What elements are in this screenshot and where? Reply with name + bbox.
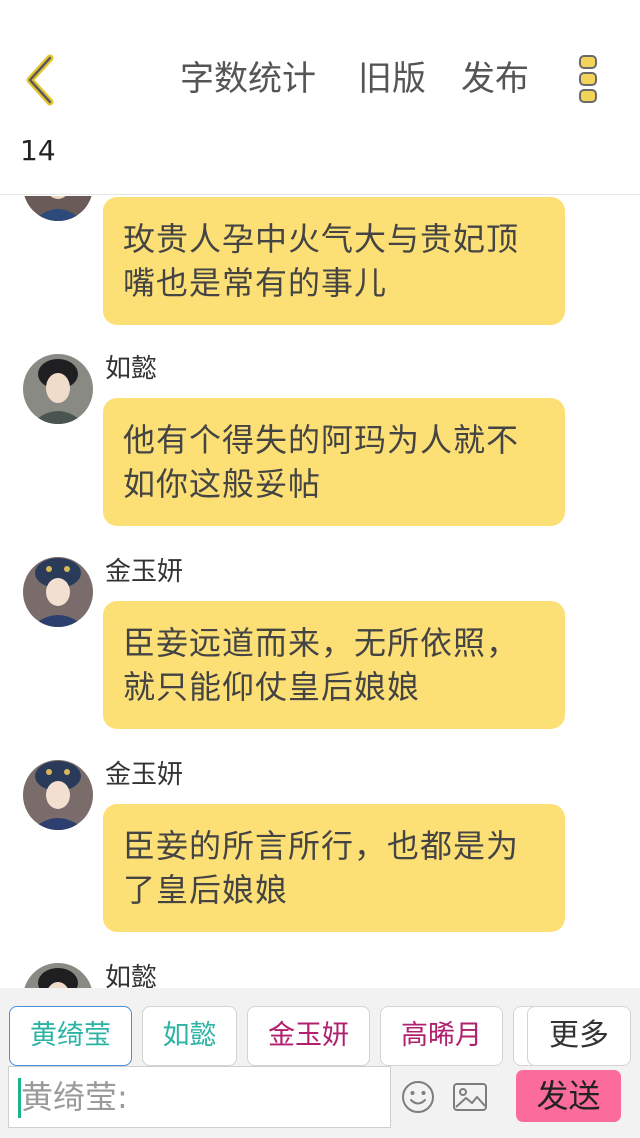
avatar-portrait-icon: [23, 557, 93, 627]
word-count-button[interactable]: 字数统计: [180, 56, 316, 102]
avatar-portrait-icon: [23, 760, 93, 830]
more-characters-button[interactable]: 更多: [527, 1006, 631, 1066]
message-bubble[interactable]: 臣妾远道而来，无所依照，就只能仰仗皇后娘娘: [103, 601, 565, 729]
word-count-value: 14: [20, 134, 56, 167]
message-bubble[interactable]: 他有个得失的阿玛为人就不如你这般妥帖: [103, 398, 565, 526]
avatar[interactable]: [23, 196, 93, 221]
sender-name: 金玉妍: [105, 557, 184, 587]
avatar[interactable]: [23, 760, 93, 830]
image-icon: [453, 1083, 487, 1111]
message-input-field[interactable]: [8, 1066, 391, 1128]
sender-name: 如懿: [105, 963, 158, 988]
character-chip-label: 高晞月: [401, 1020, 482, 1051]
message-bubble[interactable]: 臣妾的所言所行，也都是为了皇后娘娘: [103, 804, 565, 932]
avatar-portrait-icon: [23, 963, 93, 988]
old-version-button[interactable]: 旧版: [358, 56, 426, 102]
sender-name: 如懿: [105, 354, 158, 384]
emoji-button[interactable]: [400, 1079, 436, 1115]
sender-name: 金玉妍: [105, 760, 184, 790]
top-bar: 字数统计 旧版 发布 14: [0, 0, 640, 195]
character-chip-label: 如懿: [162, 1020, 217, 1051]
back-button[interactable]: [20, 52, 64, 108]
avatar[interactable]: [23, 557, 93, 627]
character-chip[interactable]: 高晞月: [380, 1006, 503, 1066]
character-chip[interactable]: 金玉妍: [247, 1006, 370, 1066]
character-chip[interactable]: 如懿: [142, 1006, 237, 1066]
smiley-icon: [402, 1081, 434, 1113]
avatar[interactable]: [23, 963, 93, 988]
image-button[interactable]: [452, 1081, 488, 1113]
character-chip-label: 金玉妍: [268, 1020, 349, 1051]
chat-list[interactable]: 玫贵人孕中火气大与贵妃顶嘴也是常有的事儿 如懿 他有个得失的阿玛为人就不如你这般…: [0, 196, 640, 988]
compose-bar: 黄绮莹 如懿 金玉妍 高晞月 更多 发送: [0, 988, 640, 1138]
chevron-left-icon: [26, 54, 54, 106]
message-bubble[interactable]: 玫贵人孕中火气大与贵妃顶嘴也是常有的事儿: [103, 197, 565, 325]
avatar[interactable]: [23, 354, 93, 424]
publish-button[interactable]: 发布: [461, 56, 529, 102]
vertical-dots-icon: [579, 55, 597, 103]
send-button[interactable]: 发送: [516, 1070, 621, 1122]
message-input[interactable]: [21, 1067, 386, 1127]
character-chip[interactable]: 黄绮莹: [9, 1006, 132, 1066]
more-options-button[interactable]: [578, 54, 598, 104]
avatar-portrait-icon: [23, 354, 93, 424]
character-chip-label: 黄绮莹: [30, 1020, 111, 1051]
avatar-portrait-icon: [23, 196, 93, 221]
